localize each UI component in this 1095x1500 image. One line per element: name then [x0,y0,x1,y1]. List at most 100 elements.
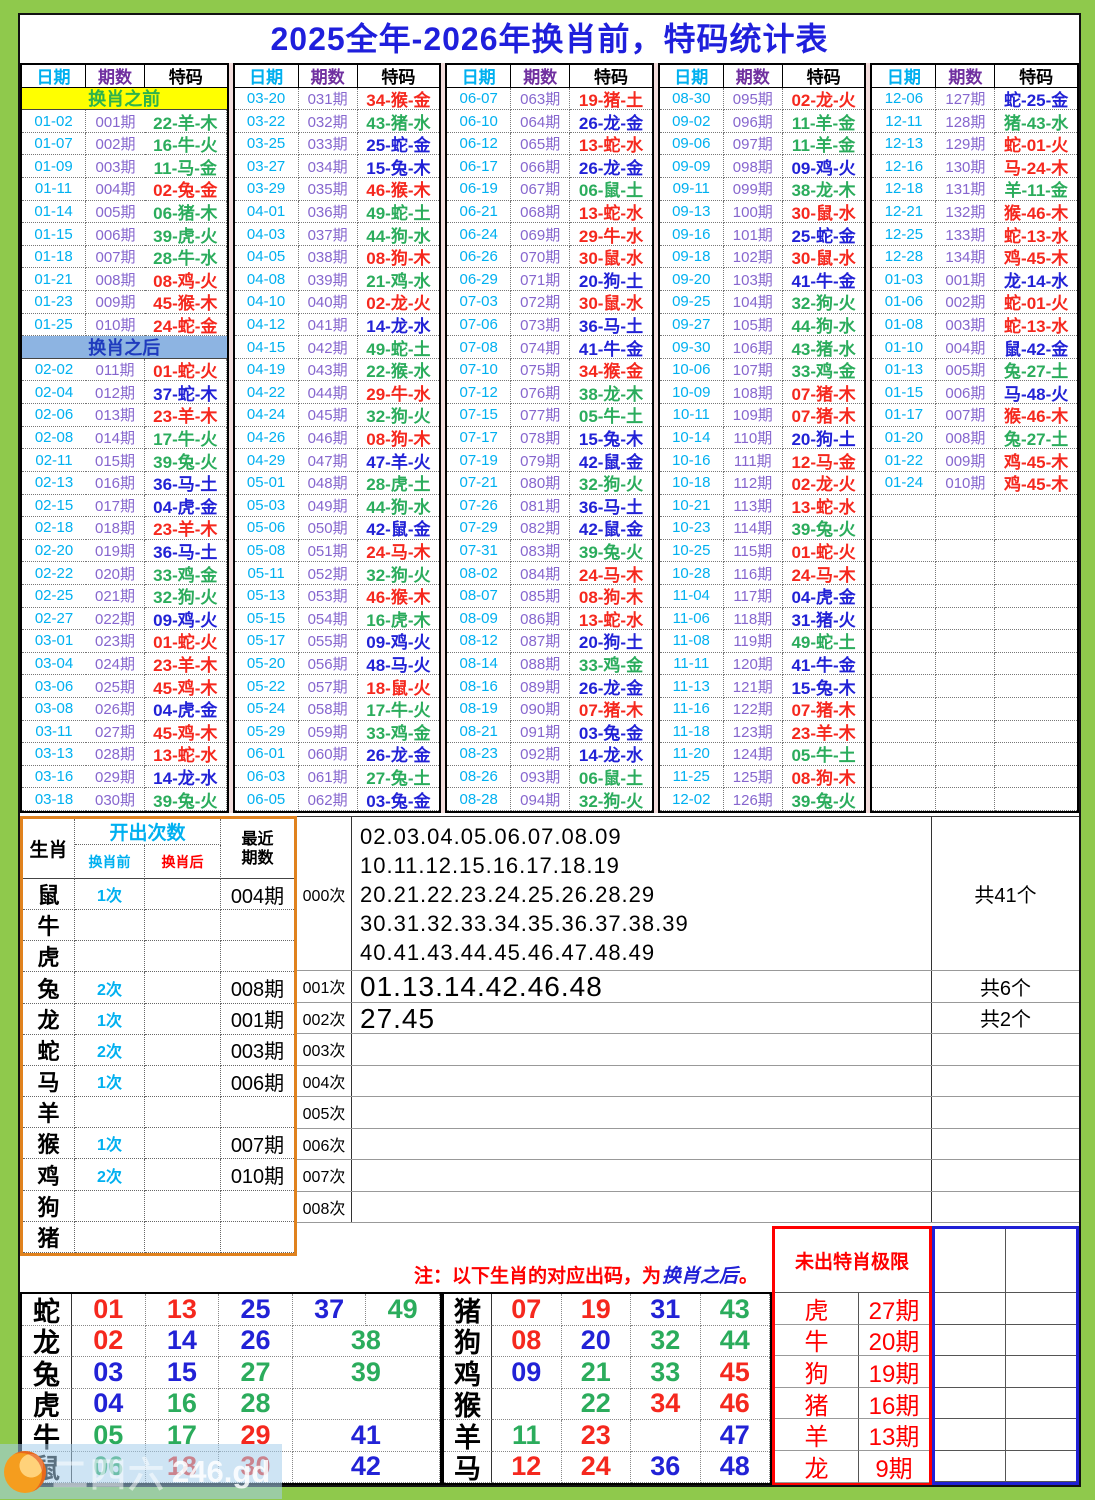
footnote-prefix: 注：以下生肖的对应出码，为 [414,1261,661,1288]
count-after-cell [145,1097,221,1128]
period-cell: 126期 [724,788,783,811]
limit-zodiac: 狗 [775,1356,859,1388]
date-cell: 07-21 [447,472,511,495]
code-cell [995,517,1077,540]
date-cell: 09-27 [660,314,724,337]
period-cell [936,495,995,518]
code-cell: 马-48-火 [995,381,1077,404]
date-cell: 06-19 [447,178,511,201]
footnote-suffix: 。 [739,1261,758,1288]
count-total [932,1097,1079,1128]
date-cell: 08-23 [447,743,511,766]
zodiac-cell: 猴 [444,1389,492,1421]
zodiac-cell: 猴 [23,1128,75,1159]
period-cell [936,562,995,585]
number-cell: 12 [492,1452,562,1484]
date-cell: 01-23 [22,291,86,314]
period-cell [936,585,995,608]
count-row: 005次 [297,1097,1079,1129]
limit-period: 9期 [859,1451,929,1483]
period-cell: 001期 [936,268,995,291]
numbers-line: 30.31.32.33.34.35.36.37.38.39 [360,909,931,938]
date-cell: 02-18 [22,517,86,540]
count-numbers: 01.13.14.42.46.48 [352,971,932,1002]
period-cell: 101期 [724,223,783,246]
code-cell: 32-狗-火 [570,472,652,495]
code-cell: 32-狗-火 [358,562,440,585]
code-cell: 49-蛇-土 [358,201,440,224]
number-cell: 32 [631,1326,701,1358]
code-cell: 鼠-42-金 [995,336,1077,359]
period-cell: 026期 [86,698,145,721]
code-cell: 45-鸡-木 [145,675,227,698]
period-cell: 021期 [86,585,145,608]
period-cell: 088期 [511,653,570,676]
zodiac-column-header: 生肖 [23,819,75,879]
code-cell: 22-猴-水 [358,359,440,382]
date-cell: 01-15 [872,381,936,404]
code-cell: 23-羊-木 [145,517,227,540]
count-total [932,1192,1079,1223]
zodiac-cell: 狗 [444,1326,492,1358]
code-cell: 猪-43-水 [995,110,1077,133]
period-cell: 002期 [936,291,995,314]
period-cell: 131期 [936,178,995,201]
footnote: 注：以下生肖的对应出码，为换肖之后。 [20,1256,772,1292]
code-cell: 09-鸡-火 [783,155,865,178]
date-cell [872,743,936,766]
date-cell: 09-06 [660,133,724,156]
period-cell: 042期 [299,336,358,359]
date-cell: 06-10 [447,110,511,133]
number-cell: 13 [146,1294,220,1326]
period-cell [936,721,995,744]
date-cell: 12-28 [872,246,936,269]
empty-cell [1006,1229,1077,1293]
date-cell: 02-04 [22,381,86,404]
period-cell: 117期 [724,585,783,608]
column-header-code: 特码 [358,65,440,88]
date-cell: 07-10 [447,359,511,382]
code-cell: 13-蛇-水 [570,608,652,631]
period-cell [936,540,995,563]
code-cell: 25-蛇-金 [783,223,865,246]
number-cell: 42 [293,1452,440,1484]
period-cell: 124期 [724,743,783,766]
code-cell: 32-狗-火 [145,585,227,608]
code-cell: 32-狗-火 [570,788,652,811]
date-cell: 01-17 [872,404,936,427]
count-after-cell [145,1004,221,1035]
code-cell: 36-马-土 [570,495,652,518]
period-cell: 020期 [86,562,145,585]
period-cell: 090期 [511,698,570,721]
period-cell: 054期 [299,608,358,631]
period-cell: 008期 [86,268,145,291]
count-numbers [352,1192,932,1223]
zodiac-cell: 羊 [444,1420,492,1452]
code-cell: 39-兔-火 [145,449,227,472]
date-cell: 02-02 [22,359,86,382]
number-cell: 27 [219,1357,293,1389]
period-cell: 060期 [299,743,358,766]
period-cell [936,675,995,698]
code-cell: 42-鼠-金 [358,517,440,540]
date-cell: 04-26 [235,427,299,450]
period-cell: 047期 [299,449,358,472]
watermark-site-text: 246.gd [172,1454,270,1490]
date-cell: 07-26 [447,495,511,518]
date-cell: 03-27 [235,155,299,178]
code-cell: 14-龙-水 [145,766,227,789]
period-cell: 122期 [724,698,783,721]
period-cell: 083期 [511,540,570,563]
date-cell: 11-08 [660,630,724,653]
recent-period-cell: 010期 [221,1159,294,1190]
column-header-date: 日期 [235,65,299,88]
recent-period-cell: 008期 [221,972,294,1003]
code-cell: 15-兔-木 [783,675,865,698]
zodiac-cell: 龙 [22,1326,72,1358]
period-cell: 123期 [724,721,783,744]
count-before-cell [75,941,145,972]
code-cell: 32-狗-火 [783,291,865,314]
period-cell [936,517,995,540]
code-cell [995,788,1077,811]
date-cell [872,495,936,518]
